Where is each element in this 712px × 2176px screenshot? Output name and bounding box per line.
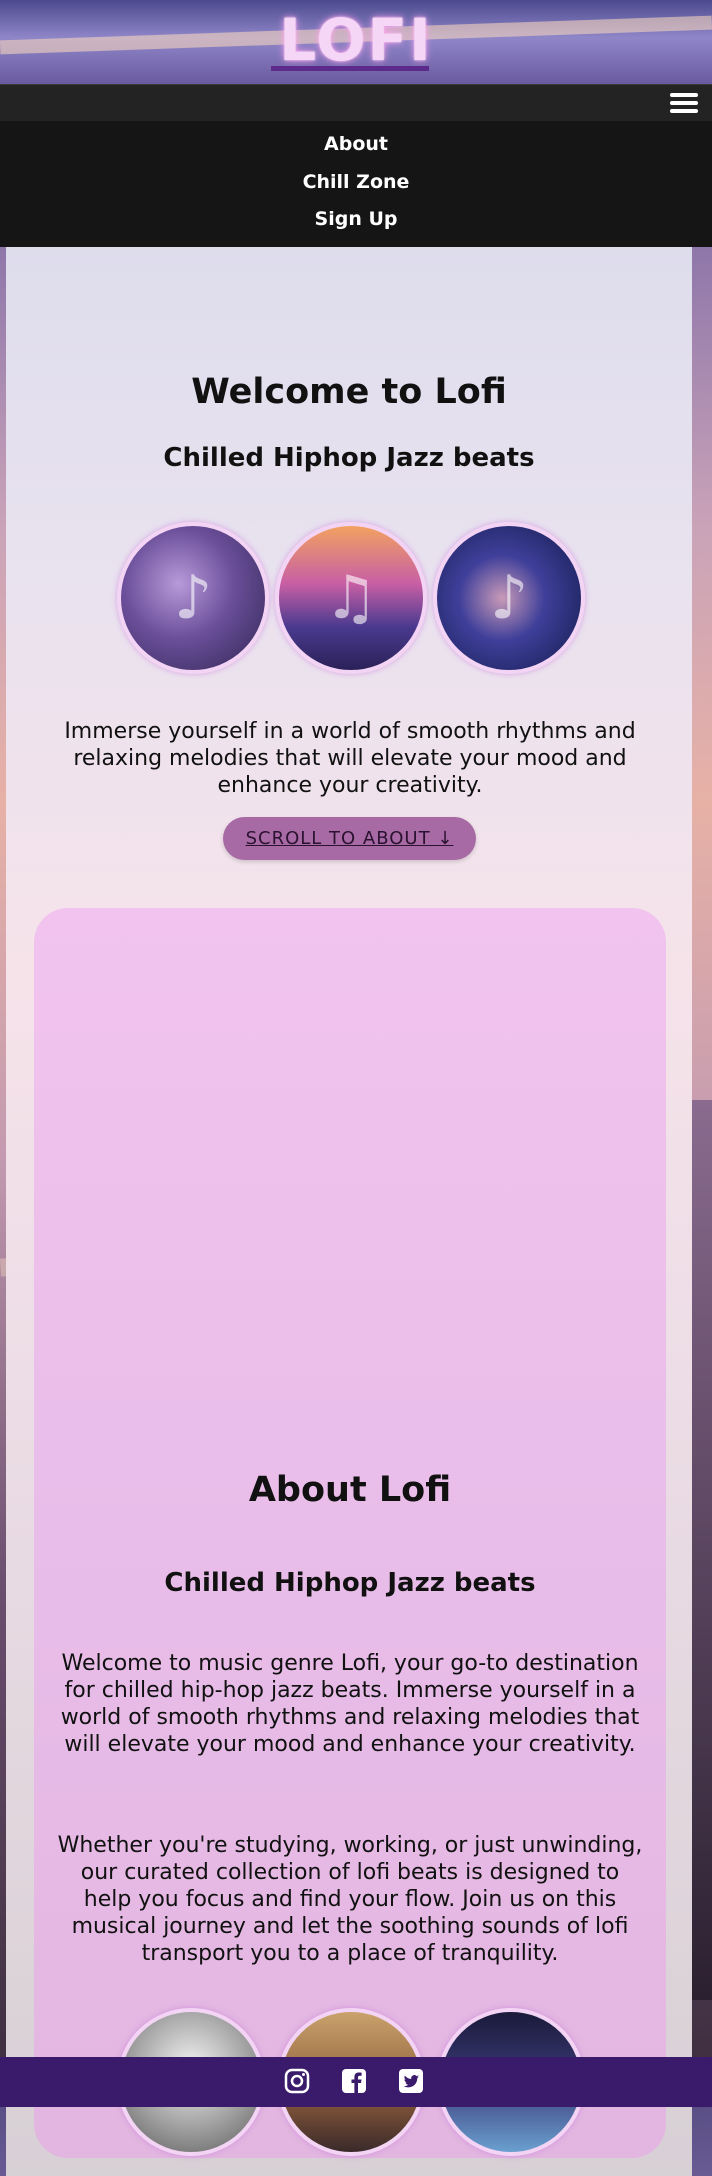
hero-image-lofi-dj: ♫: [275, 522, 427, 674]
about-paragraph-2: Whether you're studying, working, or jus…: [57, 1833, 643, 1966]
about-subtitle: Chilled Hiphop Jazz beats: [164, 1568, 536, 1598]
scroll-to-about-button[interactable]: SCROLL TO ABOUT ↓: [223, 817, 476, 860]
nav-item-chill-zone[interactable]: Chill Zone: [0, 171, 712, 193]
hero-title: Welcome to Lofi: [191, 372, 507, 412]
site-logo[interactable]: LOFI: [0, 6, 712, 74]
facebook-icon[interactable]: [338, 2065, 370, 2097]
nav-item-sign-up[interactable]: Sign Up: [0, 208, 712, 230]
about-title: About Lofi: [248, 1470, 452, 1510]
nav-item-about[interactable]: About: [0, 133, 712, 155]
site-footer: [0, 2057, 712, 2107]
twitter-icon[interactable]: [395, 2065, 427, 2097]
logo-underline: [271, 66, 429, 71]
hero-image-lofi-listener: ♪: [433, 522, 585, 674]
hamburger-menu-icon[interactable]: [670, 89, 698, 117]
menu-bar: [0, 84, 712, 122]
hero-subtitle: Chilled Hiphop Jazz beats: [163, 443, 535, 473]
hero-image-lofi-gamer: ♪: [117, 522, 269, 674]
instagram-icon[interactable]: [281, 2065, 313, 2097]
hero-description: Immerse yourself in a world of smooth rh…: [64, 719, 636, 798]
about-paragraph-1: Welcome to music genre Lofi, your go-to …: [60, 1651, 640, 1757]
about-section: [34, 908, 666, 2158]
site-header: LOFI: [0, 0, 712, 84]
nav-menu: About Chill Zone Sign Up: [0, 121, 712, 247]
